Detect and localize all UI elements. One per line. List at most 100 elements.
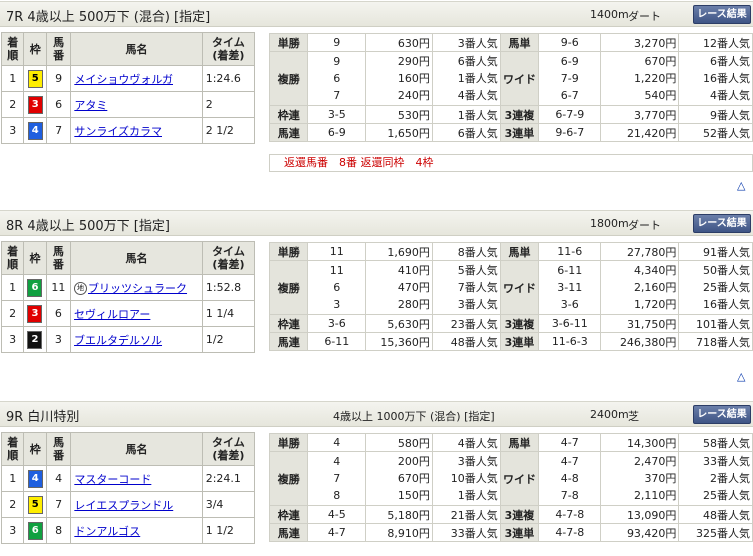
horse-name-link[interactable]: メイショウヴォルガ bbox=[74, 73, 173, 86]
horse-number: 3 bbox=[45, 326, 72, 353]
horse-number: 7 bbox=[46, 491, 72, 518]
wide-payouts: 670円 1,220円 540円 bbox=[600, 51, 680, 106]
triangle-up-icon[interactable]: △ bbox=[737, 371, 745, 383]
exacta-payout: 14,300円 bbox=[600, 433, 680, 452]
horse-name-link[interactable]: アタミ bbox=[74, 99, 107, 112]
win-number: 9 bbox=[307, 33, 367, 52]
trio-number: 4-7-8 bbox=[538, 505, 602, 524]
trifecta-popularity: 325番人気 bbox=[678, 523, 753, 542]
place-label: 複勝 bbox=[268, 51, 309, 106]
trio-label: 3連複 bbox=[499, 314, 540, 333]
horse-name-cell: サンライズカラマ bbox=[70, 117, 203, 144]
table-row: 複勝 4 7 8 200円 670円 150円 3番人気 10番人気 1番人気 … bbox=[268, 451, 753, 506]
waku-cell: 2 bbox=[23, 326, 47, 353]
race-distance: 1400m bbox=[590, 8, 629, 21]
wide-numbers: 6-9 7-9 6-7 bbox=[538, 51, 602, 106]
race-surface: 芝 bbox=[628, 410, 639, 423]
horse-name-cell: アタミ bbox=[70, 91, 203, 118]
place-payouts: 290円 160円 240円 bbox=[365, 51, 433, 106]
waku-badge: 5 bbox=[27, 495, 43, 514]
bracket-payout: 5,180円 bbox=[365, 505, 433, 524]
finish-time: 1:24.6 bbox=[201, 65, 256, 92]
win-label: 単勝 bbox=[268, 242, 309, 261]
quinella-label: 馬連 bbox=[268, 523, 309, 542]
race-result-button[interactable]: レース結果 bbox=[693, 5, 751, 24]
place-popularity: 6番人気 1番人気 4番人気 bbox=[431, 51, 501, 106]
trio-popularity: 101番人気 bbox=[678, 314, 753, 333]
horse-name-link[interactable]: レイエスプランドル bbox=[74, 499, 173, 512]
horse-number: 4 bbox=[46, 465, 72, 492]
exacta-payout: 27,780円 bbox=[600, 242, 680, 261]
table-row: 3 2 3 ブエルタデルソル 1/2 bbox=[0, 326, 256, 353]
wide-popularity: 50番人気 25番人気 16番人気 bbox=[678, 260, 753, 315]
place-popularity: 5番人気 7番人気 3番人気 bbox=[431, 260, 501, 315]
trio-popularity: 9番人気 bbox=[678, 105, 753, 124]
exacta-popularity: 58番人気 bbox=[678, 433, 753, 452]
finish-table: 着 順 枠 馬 番 馬名 タイム (着差) 1 5 9 メイショウヴォルガ 1:… bbox=[0, 32, 256, 144]
table-row: 単勝 11 1,690円 8番人気 馬単 11-6 27,780円 91番人気 bbox=[268, 242, 753, 261]
place-payouts: 200円 670円 150円 bbox=[365, 451, 433, 506]
payout-table: 単勝 9 630円 3番人気 馬単 9-6 3,270円 12番人気 複勝 9 … bbox=[268, 33, 753, 142]
waku-badge: 2 bbox=[27, 330, 43, 349]
trio-number: 6-7-9 bbox=[538, 105, 602, 124]
place-label: 複勝 bbox=[268, 451, 309, 506]
trio-number: 3-6-11 bbox=[538, 314, 602, 333]
wide-payouts: 2,470円 370円 2,110円 bbox=[600, 451, 680, 506]
header-horse-name: 馬名 bbox=[70, 432, 203, 466]
race-result-button[interactable]: レース結果 bbox=[693, 214, 751, 233]
horse-name-link[interactable]: セヴィルロアー bbox=[74, 308, 150, 321]
wide-numbers: 4-7 4-8 7-8 bbox=[538, 451, 602, 506]
place-label: 複勝 bbox=[268, 260, 309, 315]
win-payout: 1,690円 bbox=[365, 242, 433, 261]
header-waku: 枠 bbox=[23, 432, 48, 466]
race-header: 7R 4歳以上 500万下 (混合) [指定] 1400m ダート レース結果 bbox=[0, 1, 753, 27]
table-row: 2 3 6 セヴィルロアー 1 1/4 bbox=[0, 300, 256, 327]
table-row: 2 3 6 アタミ 2 bbox=[0, 91, 256, 118]
wide-label: ワイド bbox=[499, 451, 540, 506]
race-title: 9R 白川特別 bbox=[6, 410, 80, 425]
triangle-up-icon[interactable]: △ bbox=[737, 180, 745, 192]
race-result-button[interactable]: レース結果 bbox=[693, 405, 751, 424]
horse-name-link[interactable]: ドンアルゴス bbox=[74, 525, 140, 538]
exacta-popularity: 12番人気 bbox=[678, 33, 753, 52]
trio-payout: 3,770円 bbox=[600, 105, 680, 124]
finish-rank: 1 bbox=[0, 65, 25, 92]
finish-rank: 1 bbox=[0, 274, 25, 301]
finish-rank: 2 bbox=[0, 491, 25, 518]
header-time: タイム (着差) bbox=[201, 432, 256, 466]
wide-label: ワイド bbox=[499, 51, 540, 106]
finish-time: 1 1/2 bbox=[201, 517, 256, 544]
exacta-label: 馬単 bbox=[499, 33, 540, 52]
table-row: 1 6 11 地ブリッツシュラーク 1:52.8 bbox=[0, 274, 256, 301]
trio-payout: 31,750円 bbox=[600, 314, 680, 333]
bracket-label: 枠連 bbox=[268, 314, 309, 333]
finish-time: 1:52.8 bbox=[201, 274, 256, 301]
wide-label: ワイド bbox=[499, 260, 540, 315]
trio-payout: 13,090円 bbox=[600, 505, 680, 524]
horse-name-link[interactable]: ブリッツシュラーク bbox=[88, 282, 187, 295]
bracket-number: 3-6 bbox=[307, 314, 367, 333]
horse-name-link[interactable]: マスターコード bbox=[74, 473, 151, 486]
horse-name-link[interactable]: ブエルタデルソル bbox=[74, 334, 162, 347]
table-row: 枠連 3-5 530円 1番人気 3連複 6-7-9 3,770円 9番人気 bbox=[268, 105, 753, 124]
race-header: 9R 白川特別 4歳以上 1000万下 (混合) [指定] 2400m 芝 レー… bbox=[0, 401, 753, 427]
exacta-popularity: 91番人気 bbox=[678, 242, 753, 261]
quinella-payout: 15,360円 bbox=[365, 332, 433, 351]
horse-name-link[interactable]: サンライズカラマ bbox=[74, 125, 162, 138]
payout-table: 単勝 11 1,690円 8番人気 馬単 11-6 27,780円 91番人気 … bbox=[268, 242, 753, 351]
finish-time: 3/4 bbox=[201, 491, 256, 518]
waku-cell: 4 bbox=[23, 465, 48, 492]
trifecta-payout: 21,420円 bbox=[600, 123, 680, 142]
waku-badge: 5 bbox=[27, 69, 43, 88]
trifecta-popularity: 718番人気 bbox=[678, 332, 753, 351]
horse-number: 6 bbox=[46, 91, 72, 118]
finish-time: 2 bbox=[201, 91, 256, 118]
waku-badge: 3 bbox=[27, 304, 43, 323]
waku-badge: 6 bbox=[27, 278, 43, 297]
bracket-label: 枠連 bbox=[268, 105, 309, 124]
waku-cell: 3 bbox=[23, 300, 47, 327]
header-rank: 着 順 bbox=[0, 241, 25, 275]
table-row: 単勝 9 630円 3番人気 馬単 9-6 3,270円 12番人気 bbox=[268, 33, 753, 52]
horse-name-cell: レイエスプランドル bbox=[70, 491, 203, 518]
header-num: 馬 番 bbox=[46, 432, 72, 466]
